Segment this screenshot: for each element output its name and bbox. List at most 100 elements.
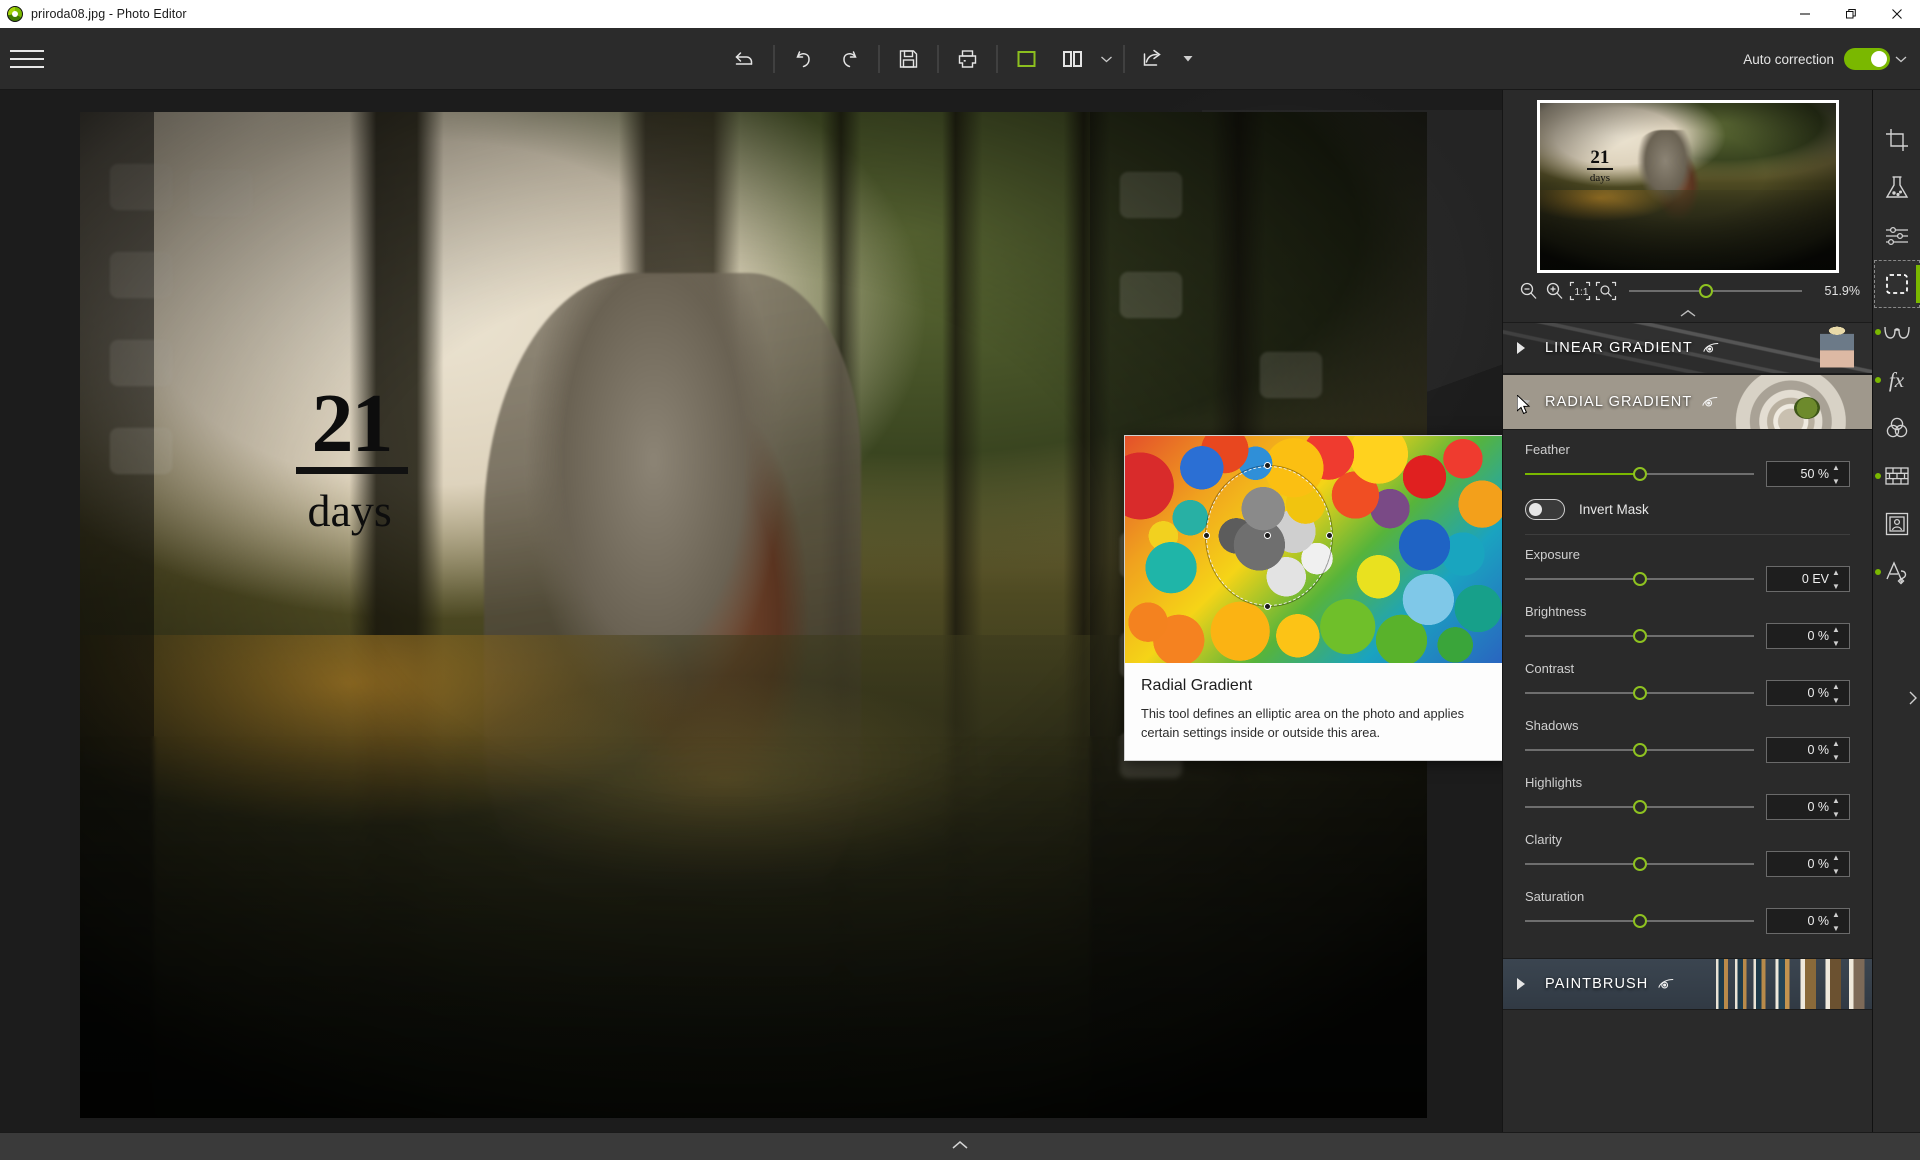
feather-slider[interactable] — [1525, 464, 1754, 484]
zoom-out-icon[interactable] — [1515, 278, 1541, 304]
share-button[interactable] — [1131, 39, 1177, 79]
zoom-1-to-1-icon[interactable]: 1:1 — [1567, 278, 1593, 304]
photo-overlay-word: days — [307, 485, 392, 537]
eye-icon[interactable] — [1701, 396, 1719, 408]
crop-icon — [1885, 129, 1908, 151]
auto-correction-toggle[interactable] — [1844, 48, 1890, 70]
brick-wall-icon — [1884, 467, 1909, 485]
ellipse-handle-center — [1264, 531, 1271, 539]
toolbar-divider — [773, 44, 775, 73]
selection-tool-button[interactable] — [1873, 260, 1920, 308]
adjustment-value-input[interactable]: 0 % ▲ ▼ — [1766, 737, 1850, 763]
color-mix-tool-button[interactable] — [1874, 404, 1920, 452]
glasses-icon — [1883, 326, 1910, 339]
adjustment-clarity-control: Clarity 0 % ▲ ▼ — [1525, 832, 1850, 877]
flask-icon — [1885, 176, 1908, 198]
adjustment-value-input[interactable]: 0 EV ▲ ▼ — [1766, 566, 1850, 592]
adjustment-stepper[interactable]: ▲ ▼ — [1832, 797, 1844, 819]
minimize-button[interactable] — [1782, 0, 1828, 28]
tool-modified-dot — [1874, 377, 1881, 383]
adjustment-saturation-control: Saturation 0 % ▲ ▼ — [1525, 889, 1850, 934]
radial-gradient-tooltip: Radial Gradient This tool defines an ell… — [1124, 435, 1502, 762]
adjustment-value-input[interactable]: 0 % ▲ ▼ — [1766, 908, 1850, 934]
adjustment-stepper[interactable]: ▲ ▼ — [1832, 683, 1844, 705]
adjustment-stepper[interactable]: ▲ ▼ — [1832, 569, 1844, 591]
canvas-area[interactable]: 21 days Radial Gradient This tool define… — [0, 90, 1502, 1132]
section-radial-gradient[interactable]: RADIAL GRADIENT — [1503, 374, 1872, 430]
view-mode-chevron-down-icon[interactable] — [1096, 39, 1118, 79]
section-expand-arrow-icon — [1517, 342, 1525, 354]
crop-tool-button[interactable] — [1874, 116, 1920, 164]
rail-expand-chevron-right-icon[interactable] — [1908, 690, 1918, 709]
navigator-panel: 21 days 1:1 51.9% — [1503, 90, 1872, 322]
effects-tool-button[interactable]: fx — [1874, 356, 1920, 404]
single-view-button[interactable] — [1004, 39, 1050, 79]
split-view-button[interactable] — [1050, 39, 1096, 79]
adjustment-slider[interactable] — [1525, 626, 1754, 646]
tool-modified-dot — [1874, 329, 1881, 335]
print-button[interactable] — [945, 39, 991, 79]
section-linear-gradient[interactable]: LINEAR GRADIENT — [1503, 322, 1872, 374]
maximize-button[interactable] — [1828, 0, 1874, 28]
feather-stepper[interactable]: ▲ ▼ — [1832, 464, 1844, 486]
photo-editor-window: priroda08.jpg - Photo Editor Auto correc… — [0, 0, 1920, 1160]
texture-tool-button[interactable] — [1874, 452, 1920, 500]
zoom-fit-icon[interactable] — [1593, 278, 1619, 304]
adjustment-value-input[interactable]: 0 % ▲ ▼ — [1766, 851, 1850, 877]
section-radial-gradient-label: RADIAL GRADIENT — [1545, 394, 1693, 410]
adjustment-stepper[interactable]: ▲ ▼ — [1832, 626, 1844, 648]
adjust-tool-button[interactable] — [1874, 212, 1920, 260]
adjustment-slider[interactable] — [1525, 683, 1754, 703]
navigator-collapse-chevron-up-icon[interactable] — [1503, 305, 1872, 322]
redo-button[interactable] — [827, 39, 873, 79]
adjustment-label: Saturation — [1525, 889, 1585, 904]
adjustment-brightness-control: Brightness 0 % ▲ ▼ — [1525, 604, 1850, 649]
feather-value: 50 % — [1800, 467, 1830, 481]
eye-icon[interactable] — [1657, 978, 1675, 990]
marquee-select-icon — [1885, 274, 1908, 294]
eye-icon[interactable] — [1702, 342, 1720, 354]
radial-gradient-preview-image — [1125, 436, 1502, 663]
adjustment-stepper[interactable]: ▲ ▼ — [1832, 911, 1844, 933]
navigator-thumbnail[interactable]: 21 days — [1536, 100, 1839, 273]
share-caret-icon[interactable] — [1177, 39, 1199, 79]
invert-mask-toggle[interactable] — [1525, 499, 1565, 520]
adjustment-stepper[interactable]: ▲ ▼ — [1832, 854, 1844, 876]
tool-modified-dot — [1874, 473, 1881, 479]
zoom-in-icon[interactable] — [1541, 278, 1567, 304]
adjustment-slider[interactable] — [1525, 854, 1754, 874]
text-tool-button[interactable] — [1874, 548, 1920, 596]
save-button[interactable] — [886, 39, 932, 79]
tooltip-description: This tool defines an elliptic area on th… — [1141, 706, 1464, 740]
auto-correction-chevron-down-icon[interactable] — [1890, 39, 1912, 79]
frame-portrait-icon — [1885, 512, 1908, 536]
editor-body: 21 days Radial Gradient This tool define… — [0, 90, 1920, 1132]
section-paintbrush[interactable]: PAINTBRUSH — [1503, 958, 1872, 1010]
denoise-tool-button[interactable] — [1874, 308, 1920, 356]
undo-button[interactable] — [781, 39, 827, 79]
bottom-collapse-chevron-up-icon[interactable] — [950, 1140, 970, 1153]
hamburger-menu-icon[interactable] — [10, 46, 44, 72]
adjustment-value-input[interactable]: 0 % ▲ ▼ — [1766, 794, 1850, 820]
auto-correction-group: Auto correction — [1743, 28, 1920, 90]
adjustment-label: Contrast — [1525, 661, 1575, 676]
tool-modified-dot — [1874, 569, 1881, 575]
zoom-slider[interactable] — [1629, 278, 1802, 304]
retouch-tool-button[interactable] — [1874, 164, 1920, 212]
close-button[interactable] — [1874, 0, 1920, 28]
adjustment-slider[interactable] — [1525, 797, 1754, 817]
adjustment-slider[interactable] — [1525, 569, 1754, 589]
adjustment-slider[interactable] — [1525, 911, 1754, 931]
adjustment-value-input[interactable]: 0 % ▲ ▼ — [1766, 623, 1850, 649]
adjustment-slider[interactable] — [1525, 740, 1754, 760]
window-title: priroda08.jpg - Photo Editor — [31, 7, 187, 21]
radial-gradient-controls: Feather 50 % ▲ ▼ Invert Mask Exposure 0 … — [1503, 430, 1872, 954]
feather-value-input[interactable]: 50 % ▲ ▼ — [1766, 461, 1850, 487]
adjustment-stepper[interactable]: ▲ ▼ — [1832, 740, 1844, 762]
frame-tool-button[interactable] — [1874, 500, 1920, 548]
adjustment-value-input[interactable]: 0 % ▲ ▼ — [1766, 680, 1850, 706]
ellipse-handle-right — [1325, 531, 1333, 539]
revert-all-button[interactable] — [722, 39, 768, 79]
toolbar-divider — [996, 44, 998, 73]
title-bar: priroda08.jpg - Photo Editor — [0, 0, 1920, 28]
